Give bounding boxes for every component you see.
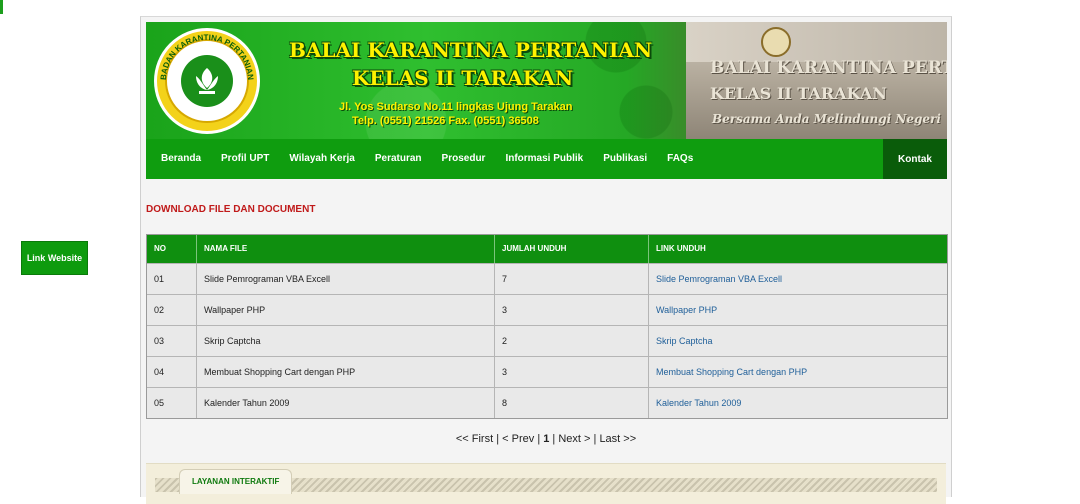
site-phone: Telp. (0551) 21526 Fax. (0551) 36508 [352, 115, 539, 127]
main-nav: Beranda Profil UPT Wilayah Kerja Peratur… [146, 139, 947, 179]
table-row: 05 Kalender Tahun 2009 8 Kalender Tahun … [147, 387, 947, 418]
nav-item-beranda[interactable]: Beranda [146, 139, 211, 179]
cell-no: 05 [147, 388, 197, 418]
download-link[interactable]: Skrip Captcha [649, 326, 947, 356]
cell-nama-file: Kalender Tahun 2009 [197, 388, 495, 418]
download-link[interactable]: Slide Pemrograman VBA Excell [649, 264, 947, 294]
download-table: NO NAMA FILE JUMLAH UNDUH LINK UNDUH 01 … [146, 234, 948, 419]
pager-prev-link[interactable]: < Prev [502, 433, 534, 445]
cell-no: 04 [147, 357, 197, 387]
cell-no: 01 [147, 264, 197, 294]
pager-last-link[interactable]: Last >> [599, 433, 636, 445]
link-website-button[interactable]: Link Website [21, 241, 88, 275]
cell-nama-file: Wallpaper PHP [197, 295, 495, 325]
cell-jumlah-unduh: 7 [495, 264, 649, 294]
agency-logo [154, 28, 260, 134]
download-link[interactable]: Wallpaper PHP [649, 295, 947, 325]
nav-item-publikasi[interactable]: Publikasi [593, 139, 657, 179]
cell-jumlah-unduh: 8 [495, 388, 649, 418]
site-title-line1: BALAI KARANTINA PERTANIAN [289, 38, 653, 62]
building-photo: BALAI KARANTINA PERTANIAN KELAS II TARAK… [686, 22, 947, 139]
table-header: NO NAMA FILE JUMLAH UNDUH LINK UNDUH [147, 235, 947, 263]
download-link[interactable]: Kalender Tahun 2009 [649, 388, 947, 418]
cell-jumlah-unduh: 3 [495, 295, 649, 325]
column-header-jumlah-unduh: JUMLAH UNDUH [495, 235, 649, 263]
pager-next-link[interactable]: Next > [558, 433, 590, 445]
pagination: << First | < Prev | 1 | Next > | Last >> [141, 433, 951, 445]
nav-item-profil-upt[interactable]: Profil UPT [211, 139, 279, 179]
nav-item-prosedur[interactable]: Prosedur [432, 139, 496, 179]
table-row: 04 Membuat Shopping Cart dengan PHP 3 Me… [147, 356, 947, 387]
tab-layanan-interaktif[interactable]: LAYANAN INTERAKTIF [179, 469, 293, 494]
nav-item-peraturan[interactable]: Peraturan [365, 139, 432, 179]
column-header-link-unduh: LINK UNDUH [656, 244, 706, 253]
corner-marker [0, 0, 3, 14]
table-row: 03 Skrip Captcha 2 Skrip Captcha [147, 325, 947, 356]
cell-nama-file: Slide Pemrograman VBA Excell [197, 264, 495, 294]
cell-no: 02 [147, 295, 197, 325]
logo-ring [165, 39, 249, 123]
cell-nama-file: Membuat Shopping Cart dengan PHP [197, 357, 495, 387]
cell-nama-file: Skrip Captcha [197, 326, 495, 356]
cell-jumlah-unduh: 3 [495, 357, 649, 387]
header-banner: BADAN KARANTINA PERTANIAN BALAI KARANTIN… [146, 22, 947, 139]
site-title-line2: KELAS II TARAKAN [352, 66, 574, 90]
download-link[interactable]: Membuat Shopping Cart dengan PHP [649, 357, 947, 387]
nav-item-kontak[interactable]: Kontak [883, 139, 947, 179]
column-header-nama-file: NAMA FILE [197, 235, 495, 263]
nav-item-informasi-publik[interactable]: Informasi Publik [495, 139, 593, 179]
leaf-icon [181, 55, 233, 107]
photo-wall [686, 22, 947, 62]
section-title: DOWNLOAD FILE DAN DOCUMENT [146, 204, 316, 215]
page-container: BADAN KARANTINA PERTANIAN BALAI KARANTIN… [140, 16, 952, 504]
table-row: 02 Wallpaper PHP 3 Wallpaper PHP [147, 294, 947, 325]
photo-sign-line3: Bersama Anda Melindungi Negeri [712, 112, 941, 126]
photo-sign-line1: BALAI KARANTINA PERTANIAN [710, 58, 947, 78]
cell-no: 03 [147, 326, 197, 356]
table-row: 01 Slide Pemrograman VBA Excell 7 Slide … [147, 263, 947, 294]
emblem-icon [761, 27, 791, 57]
photo-sign-line2: KELAS II TARAKAN [710, 84, 887, 103]
pager-first-link[interactable]: << First [456, 433, 493, 445]
nav-item-wilayah-kerja[interactable]: Wilayah Kerja [279, 139, 365, 179]
pager-current-page: 1 [543, 433, 550, 445]
cell-jumlah-unduh: 2 [495, 326, 649, 356]
site-address: Jl. Yos Sudarso No.11 lingkas Ujung Tara… [339, 101, 573, 113]
nav-item-faqs[interactable]: FAQs [657, 139, 703, 179]
column-header-no: NO [147, 235, 197, 263]
